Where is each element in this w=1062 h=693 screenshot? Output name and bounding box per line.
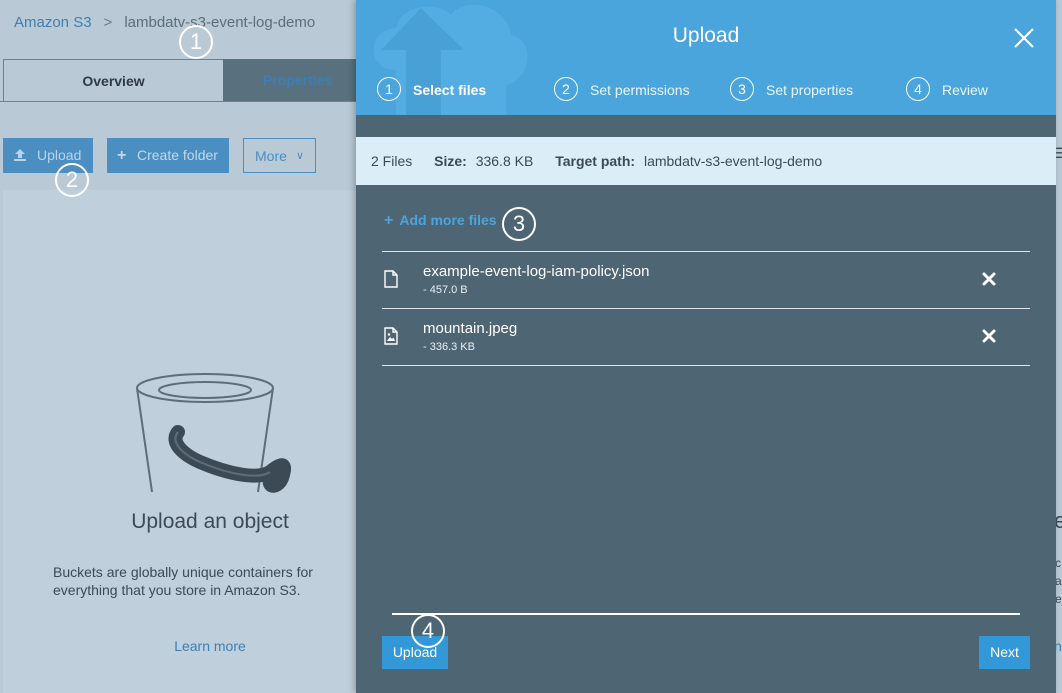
- image-file-icon: [384, 327, 398, 345]
- step-number: 4: [906, 77, 930, 101]
- step-label: Set permissions: [590, 82, 690, 98]
- target-path-label: Target path:: [555, 153, 636, 169]
- file-size: - 457.0 B: [423, 284, 468, 296]
- tab-properties[interactable]: Properties: [223, 59, 373, 101]
- footer-divider: [392, 613, 1020, 615]
- tab-divider: [0, 101, 360, 102]
- step-label: Review: [942, 82, 988, 98]
- chevron-down-icon: ∨: [296, 150, 305, 162]
- step-number: 1: [377, 77, 401, 101]
- file-name: example-event-log-iam-policy.json: [423, 263, 650, 280]
- step-label: Select files: [413, 82, 487, 98]
- annotation-marker-4: 4: [411, 614, 445, 648]
- upload-modal: Upload 1 Select files 2 Set permissions …: [356, 0, 1056, 693]
- bucket-tabs: Overview Properties: [0, 59, 373, 103]
- step-number: 3: [730, 77, 754, 101]
- files-count: 2 Files: [371, 153, 413, 169]
- upload-summary-bar: 2 Files Size: 336.8 KB Target path: lamb…: [356, 137, 1056, 185]
- step-label: Set properties: [766, 82, 854, 98]
- more-dropdown-button[interactable]: More ∨: [243, 138, 316, 173]
- list-view-icon[interactable]: ☰: [1055, 145, 1062, 162]
- remove-file-icon[interactable]: [982, 272, 996, 286]
- annotation-marker-1: 1: [179, 25, 213, 59]
- next-button[interactable]: Next: [979, 636, 1030, 669]
- add-more-files-label: Add more files: [399, 212, 497, 228]
- file-name: mountain.jpeg: [423, 320, 518, 337]
- plus-icon: +: [384, 212, 394, 229]
- more-label: More: [255, 148, 287, 164]
- modal-title: Upload: [672, 24, 740, 47]
- file-size: - 336.3 KB: [423, 341, 475, 353]
- remove-file-icon[interactable]: [982, 329, 996, 343]
- plus-icon: +: [117, 147, 127, 164]
- file-icon: [384, 270, 398, 288]
- breadcrumb-separator: >: [103, 14, 113, 31]
- annotation-marker-3: 3: [502, 207, 536, 241]
- empty-state-description: Buckets are globally unique containers f…: [53, 564, 313, 598]
- breadcrumb-amazon-s3-link[interactable]: Amazon S3: [14, 14, 92, 31]
- breadcrumb: Amazon S3 > lambdatv-s3-event-log-demo: [14, 14, 315, 31]
- create-folder-label: Create folder: [137, 147, 218, 163]
- size-value: 336.8 KB: [475, 153, 534, 169]
- annotation-marker-2: 2: [55, 163, 89, 197]
- step-number: 2: [554, 77, 578, 101]
- bucket-icon: [136, 373, 292, 493]
- file-row: example-event-log-iam-policy.json - 457.…: [382, 251, 1030, 308]
- modal-header: Upload 1 Select files 2 Set permissions …: [356, 0, 1056, 115]
- upload-icon: [14, 149, 26, 161]
- add-more-files-button[interactable]: + Add more files: [384, 212, 497, 230]
- right-panel-edge: [1056, 0, 1062, 693]
- target-path-value: lambdatv-s3-event-log-demo: [643, 153, 823, 169]
- tab-overview[interactable]: Overview: [3, 59, 224, 102]
- size-label: Size:: [434, 153, 467, 169]
- upload-button-label: Upload: [37, 147, 82, 163]
- close-icon[interactable]: [1012, 26, 1036, 50]
- file-list: example-event-log-iam-policy.json - 457.…: [382, 251, 1030, 366]
- file-row: mountain.jpeg - 336.3 KB: [382, 308, 1030, 366]
- right-panel-text-fragment: a: [1055, 574, 1062, 588]
- right-panel-text-fragment: e: [1055, 592, 1062, 606]
- create-folder-button[interactable]: + Create folder: [107, 138, 229, 173]
- breadcrumb-bucket-name: lambdatv-s3-event-log-demo: [124, 14, 316, 31]
